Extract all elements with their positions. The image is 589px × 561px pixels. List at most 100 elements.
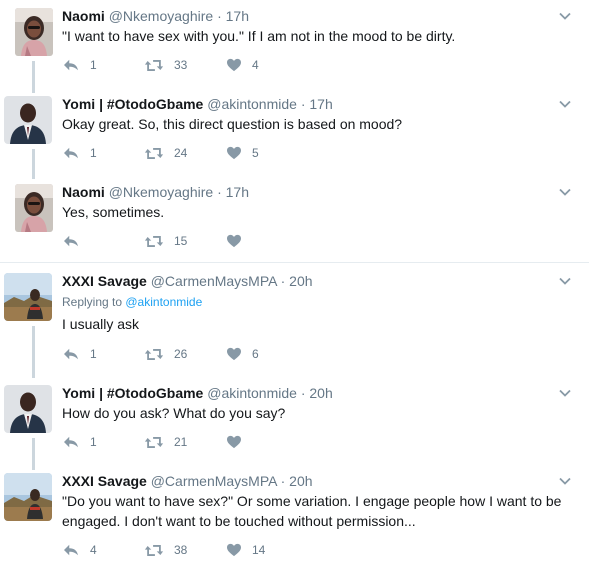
avatar[interactable]	[4, 273, 52, 321]
like-button[interactable]: 4	[226, 55, 259, 75]
display-name[interactable]: XXXI Savage	[62, 273, 147, 289]
reply-count: 1	[90, 58, 97, 72]
chevron-down-icon[interactable]	[559, 186, 571, 198]
reply-button[interactable]: 4	[62, 540, 97, 560]
replying-to-label: Replying to	[62, 295, 126, 309]
user-handle[interactable]: @Nkemoyaghire	[109, 184, 213, 200]
thread-line	[32, 438, 35, 470]
tweet-4[interactable]: XXXI Savage @CarmenMaysMPA · 20h Replyin…	[0, 272, 589, 378]
reply-count: 1	[90, 146, 97, 160]
reply-count: 1	[90, 347, 97, 361]
reply-icon	[62, 347, 80, 361]
avatar[interactable]	[15, 8, 53, 56]
display-name[interactable]: Yomi | #OtodoGbame	[62, 96, 203, 112]
display-name[interactable]: Yomi | #OtodoGbame	[62, 385, 203, 401]
reply-button[interactable]	[62, 231, 90, 251]
retweet-button[interactable]: 26	[144, 344, 187, 364]
user-handle[interactable]: @CarmenMaysMPA	[151, 273, 277, 289]
retweet-icon	[144, 146, 164, 161]
retweet-button[interactable]: 15	[144, 231, 187, 251]
avatar[interactable]	[4, 473, 52, 521]
reply-button[interactable]: 1	[62, 55, 97, 75]
like-count: 5	[252, 146, 259, 160]
tweet-2[interactable]: Yomi | #OtodoGbame @akintonmide · 17h Ok…	[0, 87, 589, 179]
chevron-down-icon[interactable]	[559, 98, 571, 110]
retweet-icon	[144, 543, 164, 558]
avatar[interactable]	[15, 184, 53, 232]
tweet-header: Naomi @Nkemoyaghire · 17h	[62, 7, 249, 25]
heart-icon	[226, 58, 242, 72]
like-button[interactable]: 6	[226, 344, 259, 364]
like-button[interactable]: 14	[226, 540, 265, 560]
tweet-text: Yes, sometimes.	[62, 204, 165, 220]
reply-count: 1	[90, 435, 97, 449]
display-name[interactable]: Naomi	[62, 184, 105, 200]
retweet-button[interactable]: 33	[144, 55, 187, 75]
user-handle[interactable]: @CarmenMaysMPA	[151, 473, 277, 489]
tweet-header: Yomi | #OtodoGbame @akintonmide · 17h	[62, 95, 333, 113]
reply-button[interactable]: 1	[62, 344, 97, 364]
timestamp[interactable]: 20h	[289, 473, 312, 489]
retweet-icon	[144, 435, 164, 450]
tweet-5[interactable]: Yomi | #OtodoGbame @akintonmide · 20h Ho…	[0, 384, 589, 470]
tweet-header: Yomi | #OtodoGbame @akintonmide · 20h	[62, 384, 333, 402]
tweet-1[interactable]: Naomi @Nkemoyaghire · 17h "I want to hav…	[0, 7, 589, 89]
tweet-6[interactable]: XXXI Savage @CarmenMaysMPA · 20h "Do you…	[0, 472, 589, 561]
retweet-count: 26	[174, 347, 188, 361]
heart-icon	[226, 435, 242, 449]
thread-line	[32, 149, 35, 179]
user-handle[interactable]: @akintonmide	[207, 385, 297, 401]
chevron-down-icon[interactable]	[559, 275, 571, 287]
chevron-down-icon[interactable]	[559, 475, 571, 487]
retweet-button[interactable]: 21	[144, 432, 187, 452]
tweet-3[interactable]: Naomi @Nkemoyaghire · 17h Yes, sometimes…	[0, 183, 589, 258]
timestamp[interactable]: 20h	[309, 385, 332, 401]
reply-icon	[62, 58, 80, 72]
reply-icon	[62, 435, 80, 449]
separator-dot: ·	[300, 385, 306, 401]
retweet-icon	[144, 58, 164, 73]
heart-icon	[226, 347, 242, 361]
like-count: 6	[252, 347, 259, 361]
thread-line	[32, 87, 35, 93]
display-name[interactable]: Naomi	[62, 8, 105, 24]
like-count: 4	[252, 58, 259, 72]
conversation-divider	[0, 262, 589, 263]
avatar[interactable]	[4, 96, 52, 144]
timestamp[interactable]: 17h	[226, 184, 249, 200]
thread-line	[32, 61, 35, 89]
reply-button[interactable]: 1	[62, 143, 97, 163]
thread-line	[32, 326, 35, 378]
like-button[interactable]	[226, 231, 252, 251]
like-button[interactable]: 5	[226, 143, 259, 163]
heart-icon	[226, 543, 242, 557]
heart-icon	[226, 234, 242, 248]
chevron-down-icon[interactable]	[559, 10, 571, 22]
reply-button[interactable]: 1	[62, 432, 97, 452]
reply-icon	[62, 146, 80, 160]
tweet-text: Okay great. So, this direct question is …	[62, 116, 403, 132]
retweet-button[interactable]: 24	[144, 143, 187, 163]
separator-dot: ·	[300, 96, 306, 112]
timestamp[interactable]: 17h	[309, 96, 332, 112]
user-handle[interactable]: @akintonmide	[207, 96, 297, 112]
user-handle[interactable]: @Nkemoyaghire	[109, 8, 213, 24]
tweet-header: Naomi @Nkemoyaghire · 17h	[62, 183, 249, 201]
retweet-count: 38	[174, 543, 188, 557]
separator-dot: ·	[280, 473, 286, 489]
separator-dot: ·	[217, 8, 222, 24]
timestamp[interactable]: 20h	[289, 273, 312, 289]
tweet-header: XXXI Savage @CarmenMaysMPA · 20h	[62, 272, 313, 290]
retweet-count: 24	[174, 146, 188, 160]
timestamp[interactable]: 17h	[226, 8, 249, 24]
avatar[interactable]	[4, 385, 52, 433]
like-button[interactable]	[226, 432, 252, 452]
replying-to-link[interactable]: @akintonmide	[125, 295, 202, 309]
replying-to: Replying to @akintonmide	[62, 294, 202, 310]
retweet-button[interactable]: 38	[144, 540, 187, 560]
retweet-count: 33	[174, 58, 188, 72]
retweet-count: 21	[174, 435, 188, 449]
like-count: 14	[252, 543, 266, 557]
chevron-down-icon[interactable]	[559, 387, 571, 399]
display-name[interactable]: XXXI Savage	[62, 473, 147, 489]
